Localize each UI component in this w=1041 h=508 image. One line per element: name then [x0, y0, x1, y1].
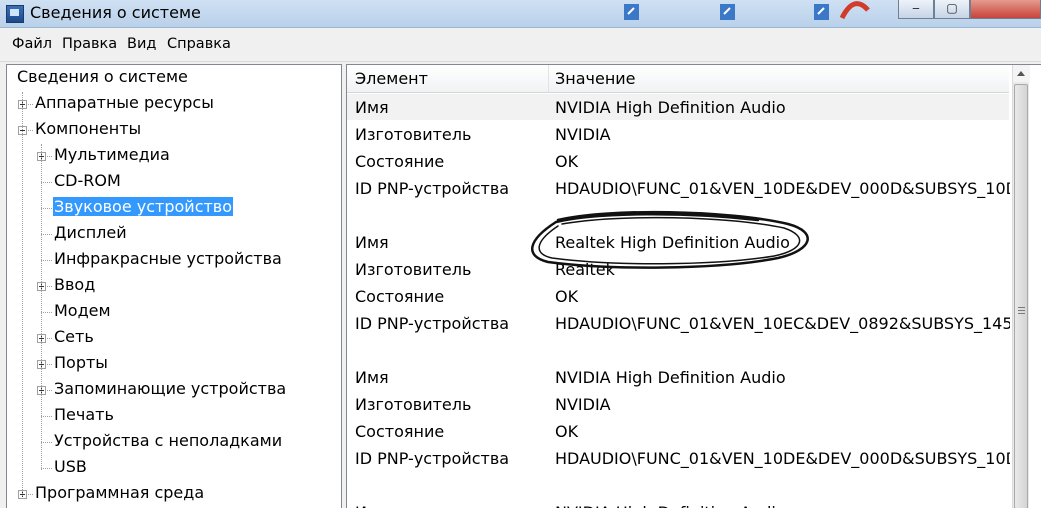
detail-value: Realtek High Definition Audio	[555, 233, 790, 252]
background-red-shape	[839, 0, 870, 24]
menu-help[interactable]: Справка	[167, 36, 231, 52]
detail-key: ID PNP-устройства	[355, 449, 510, 468]
tree-item[interactable]: Запоминающие устройства	[53, 378, 287, 402]
detail-key: Изготовитель	[355, 260, 472, 279]
tree-connector-line	[41, 442, 52, 443]
tree-item-label: Программная среда	[35, 483, 205, 502]
tree-item-label: Порты	[54, 353, 108, 372]
system-info-app-icon	[6, 5, 24, 23]
menu-bar: Файл Правка Вид Справка	[0, 28, 1041, 62]
scroll-up-arrow-icon[interactable]	[1013, 65, 1030, 82]
tree-item-label: Сведения о системе	[17, 67, 188, 86]
tree-item-label: Устройства с неполадками	[54, 431, 283, 450]
tree-item-label: CD-ROM	[54, 171, 121, 190]
detail-value: NVIDIA High Definition Audio	[555, 98, 786, 117]
background-desktop-icon	[622, 0, 642, 24]
detail-key: Состояние	[355, 422, 445, 441]
tree-item[interactable]: Сеть	[53, 326, 95, 350]
tree-item[interactable]: Сведения о системе	[16, 66, 189, 90]
tree-connector-line	[41, 182, 52, 183]
detail-value: NVIDIA	[555, 125, 611, 144]
tree-item-label: Ввод	[54, 275, 96, 294]
tree-item-label: USB	[54, 457, 87, 476]
tree-item[interactable]: Мультимедиа	[53, 144, 171, 168]
background-desktop-icon-2	[718, 0, 738, 24]
detail-value: Realtek	[555, 260, 615, 279]
tree-item-label: Инфракрасные устройства	[54, 249, 282, 268]
minimize-icon: ‒	[912, 1, 920, 15]
tree-item-label: Запоминающие устройства	[54, 379, 287, 398]
category-tree[interactable]: Сведения о системе Аппаратные ресурсы Комп…	[6, 64, 342, 508]
column-header-value[interactable]: Значение	[549, 65, 1009, 93]
tree-item-label: Мультимедиа	[54, 145, 170, 164]
detail-value: HDAUDIO\FUNC_01&VEN_10DE&DEV_000D&SUBSYS…	[555, 449, 1010, 468]
tree-item[interactable]: USB	[53, 456, 88, 480]
column-header-element[interactable]: Элемент	[347, 65, 549, 93]
tree-connector-line	[41, 234, 52, 235]
detail-key: Имя	[355, 98, 389, 117]
detail-key: Состояние	[355, 152, 445, 171]
detail-key: Изготовитель	[355, 395, 472, 414]
close-button[interactable]	[970, 0, 1041, 19]
vertical-scrollbar[interactable]	[1012, 65, 1030, 508]
tree-item[interactable]: Дисплей	[53, 222, 128, 246]
scrollbar-thumb[interactable]	[1014, 84, 1028, 508]
detail-value: NVIDIA High Definition Audio	[555, 500, 1010, 508]
detail-value: NVIDIA High Definition Audio	[555, 368, 786, 387]
window-title: Сведения о системе	[30, 3, 201, 22]
detail-key: ID PNP-устройства	[355, 179, 510, 198]
tree-item-label: Аппаратные ресурсы	[35, 93, 214, 112]
tree-item[interactable]: Звуковое устройство	[53, 196, 234, 220]
tree-connector-line	[41, 208, 52, 209]
detail-value: OK	[555, 287, 579, 306]
tree-item-label: Модем	[54, 301, 111, 320]
tree-item-label: Сеть	[54, 327, 94, 346]
tree-item[interactable]: CD-ROM	[53, 170, 122, 194]
tree-item[interactable]: Модем	[53, 300, 112, 324]
tree-item-label: Компоненты	[35, 119, 142, 138]
background-desktop-icon-3	[812, 0, 832, 24]
tree-connector-line	[22, 92, 23, 496]
detail-key: Состояние	[355, 287, 445, 306]
tree-item-label: Звуковое устройство	[53, 197, 234, 216]
detail-value: OK	[555, 422, 579, 441]
tree-item-label: Печать	[54, 405, 114, 424]
tree-connector-line	[41, 416, 52, 417]
detail-key: Имя	[355, 368, 389, 387]
tree-item-label: Дисплей	[54, 223, 127, 242]
detail-key: ID PNP-устройства	[355, 314, 510, 333]
maximize-button[interactable]: ▢	[934, 0, 970, 19]
menu-file[interactable]: Файл	[12, 36, 52, 52]
detail-key: Имя	[355, 233, 389, 252]
title-bar[interactable]: Сведения о системе ‒ ▢	[0, 0, 1041, 28]
detail-key: Изготовитель	[355, 125, 472, 144]
tree-connector-line	[41, 260, 52, 261]
tree-item[interactable]: Ввод	[53, 274, 96, 298]
tree-connector-line	[41, 468, 52, 469]
detail-value: NVIDIA	[555, 395, 611, 414]
detail-value: HDAUDIO\FUNC_01&VEN_10DE&DEV_000D&SUBSYS…	[555, 179, 1010, 198]
tree-item[interactable]: Инфракрасные устройства	[53, 248, 283, 272]
minimize-button[interactable]: ‒	[898, 0, 934, 19]
tree-item[interactable]: Порты	[53, 352, 109, 376]
detail-value: OK	[555, 152, 579, 171]
tree-item[interactable]: Аппаратные ресурсы	[34, 92, 215, 116]
tree-connector-line	[41, 312, 52, 313]
tree-item[interactable]: Печать	[53, 404, 115, 428]
detail-key: Имя	[355, 500, 550, 508]
detail-value: HDAUDIO\FUNC_01&VEN_10EC&DEV_0892&SUBSYS…	[555, 314, 1010, 333]
tree-item[interactable]: Компоненты	[34, 118, 142, 142]
tree-connector-line	[41, 144, 42, 470]
maximize-icon: ▢	[946, 1, 958, 15]
menu-edit[interactable]: Правка	[62, 36, 117, 52]
details-list[interactable]: Элемент Значение Имя NVIDIA High Definiti…	[346, 64, 1041, 508]
menu-view[interactable]: Вид	[127, 36, 156, 52]
scroll-grip-icon	[1018, 307, 1025, 316]
tree-item[interactable]: Программная среда	[34, 482, 205, 506]
tree-item[interactable]: Устройства с неполадками	[53, 430, 283, 454]
